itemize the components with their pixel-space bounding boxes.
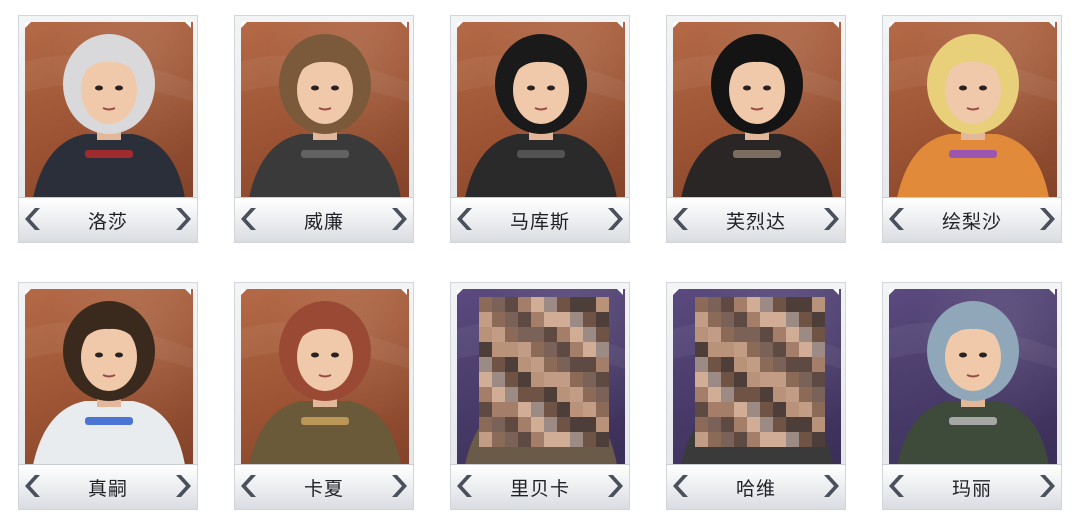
name-plate: 洛莎 bbox=[19, 197, 197, 242]
character-portrait bbox=[25, 289, 193, 465]
character-card[interactable]: 里贝卡 bbox=[450, 282, 630, 510]
character-card[interactable]: 绘梨沙 bbox=[882, 15, 1062, 243]
character-portrait bbox=[25, 22, 193, 198]
character-name: 哈维 bbox=[735, 478, 776, 500]
name-plate: 玛丽 bbox=[883, 464, 1061, 509]
character-name: 里贝卡 bbox=[509, 478, 570, 500]
character-card[interactable]: 玛丽 bbox=[882, 282, 1062, 510]
character-name: 威廉 bbox=[303, 211, 344, 233]
character-portrait bbox=[673, 289, 841, 465]
character-name: 玛丽 bbox=[951, 478, 992, 500]
name-plate: 卡夏 bbox=[235, 464, 413, 509]
chevron-right-icon bbox=[1037, 204, 1059, 234]
character-portrait bbox=[457, 289, 625, 465]
name-plate: 哈维 bbox=[667, 464, 845, 509]
character-card[interactable]: 洛莎 bbox=[18, 15, 198, 243]
character-card[interactable]: 卡夏 bbox=[234, 282, 414, 510]
chevron-right-icon bbox=[389, 471, 411, 501]
chevron-right-icon bbox=[821, 471, 843, 501]
character-portrait bbox=[673, 22, 841, 198]
character-name: 真嗣 bbox=[87, 478, 128, 500]
character-card[interactable]: 威廉 bbox=[234, 15, 414, 243]
name-plate: 芙烈达 bbox=[667, 197, 845, 242]
chevron-right-icon bbox=[605, 204, 627, 234]
character-portrait bbox=[457, 22, 625, 198]
character-name: 卡夏 bbox=[303, 478, 344, 500]
chevron-right-icon bbox=[173, 204, 195, 234]
character-portrait bbox=[889, 289, 1057, 465]
character-grid: 洛莎 威廉 马库斯 芙烈达 绘梨沙真嗣 卡夏 里贝卡 哈维 玛丽 bbox=[0, 0, 1080, 523]
character-name: 洛莎 bbox=[87, 211, 128, 233]
chevron-right-icon bbox=[173, 471, 195, 501]
character-name: 芙烈达 bbox=[725, 211, 786, 233]
chevron-right-icon bbox=[1037, 471, 1059, 501]
chevron-right-icon bbox=[605, 471, 627, 501]
character-name: 马库斯 bbox=[509, 211, 570, 233]
character-portrait bbox=[241, 22, 409, 198]
character-portrait bbox=[889, 22, 1057, 198]
name-plate: 威廉 bbox=[235, 197, 413, 242]
character-card[interactable]: 马库斯 bbox=[450, 15, 630, 243]
censor-mosaic bbox=[479, 297, 609, 447]
chevron-right-icon bbox=[821, 204, 843, 234]
character-portrait bbox=[241, 289, 409, 465]
name-plate: 马库斯 bbox=[451, 197, 629, 242]
chevron-right-icon bbox=[389, 204, 411, 234]
character-card[interactable]: 真嗣 bbox=[18, 282, 198, 510]
name-plate: 绘梨沙 bbox=[883, 197, 1061, 242]
character-card[interactable]: 哈维 bbox=[666, 282, 846, 510]
name-plate: 真嗣 bbox=[19, 464, 197, 509]
character-card[interactable]: 芙烈达 bbox=[666, 15, 846, 243]
name-plate: 里贝卡 bbox=[451, 464, 629, 509]
censor-mosaic bbox=[695, 297, 825, 447]
character-name: 绘梨沙 bbox=[941, 211, 1002, 233]
